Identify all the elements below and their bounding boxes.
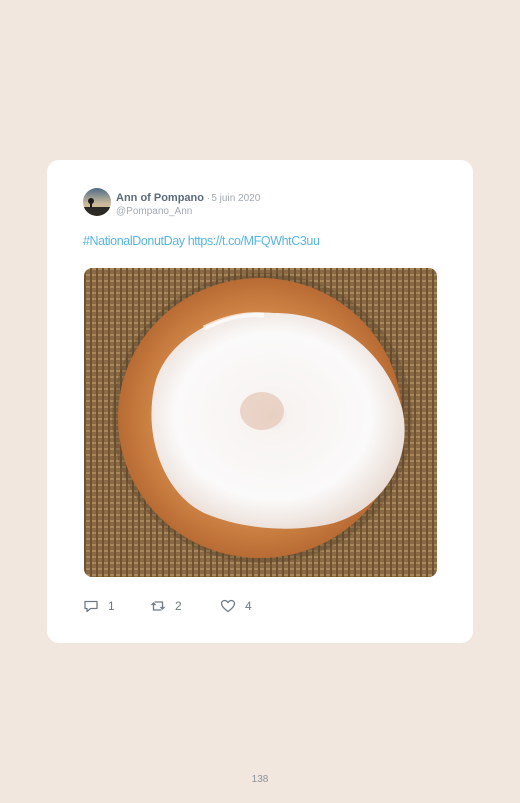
author-handle[interactable]: @Pompano_Ann [116,205,260,218]
tweet-text: #NationalDonutDay https://t.co/MFQWhtC3u… [83,234,320,248]
like-button[interactable]: 4 [220,598,252,614]
page-number: 138 [251,774,269,785]
reply-count: 1 [108,599,115,613]
reply-icon [83,598,99,614]
hashtag-link[interactable]: #NationalDonutDay [83,234,185,248]
tweet-actions: 1 2 4 [83,598,252,614]
retweet-count: 2 [175,599,182,613]
avatar-image [83,188,111,216]
retweet-button[interactable]: 2 [150,598,220,614]
url-link[interactable]: https://t.co/MFQWhtC3uu [188,234,320,248]
glazed-donut-photo [84,268,437,577]
author-name[interactable]: Ann of Pompano [116,192,204,204]
meta-separator: · [207,193,211,204]
tweet-meta: Ann of Pompano ·5 juin 2020 @Pompano_Ann [116,190,260,218]
reply-button[interactable]: 1 [83,598,150,614]
avatar[interactable] [83,188,111,216]
tweet-photo[interactable] [84,268,437,577]
tweet-card: Ann of Pompano ·5 juin 2020 @Pompano_Ann … [47,160,473,643]
like-count: 4 [245,599,252,613]
tweet-date[interactable]: 5 juin 2020 [211,193,260,204]
retweet-icon [150,598,166,614]
heart-icon [220,598,236,614]
